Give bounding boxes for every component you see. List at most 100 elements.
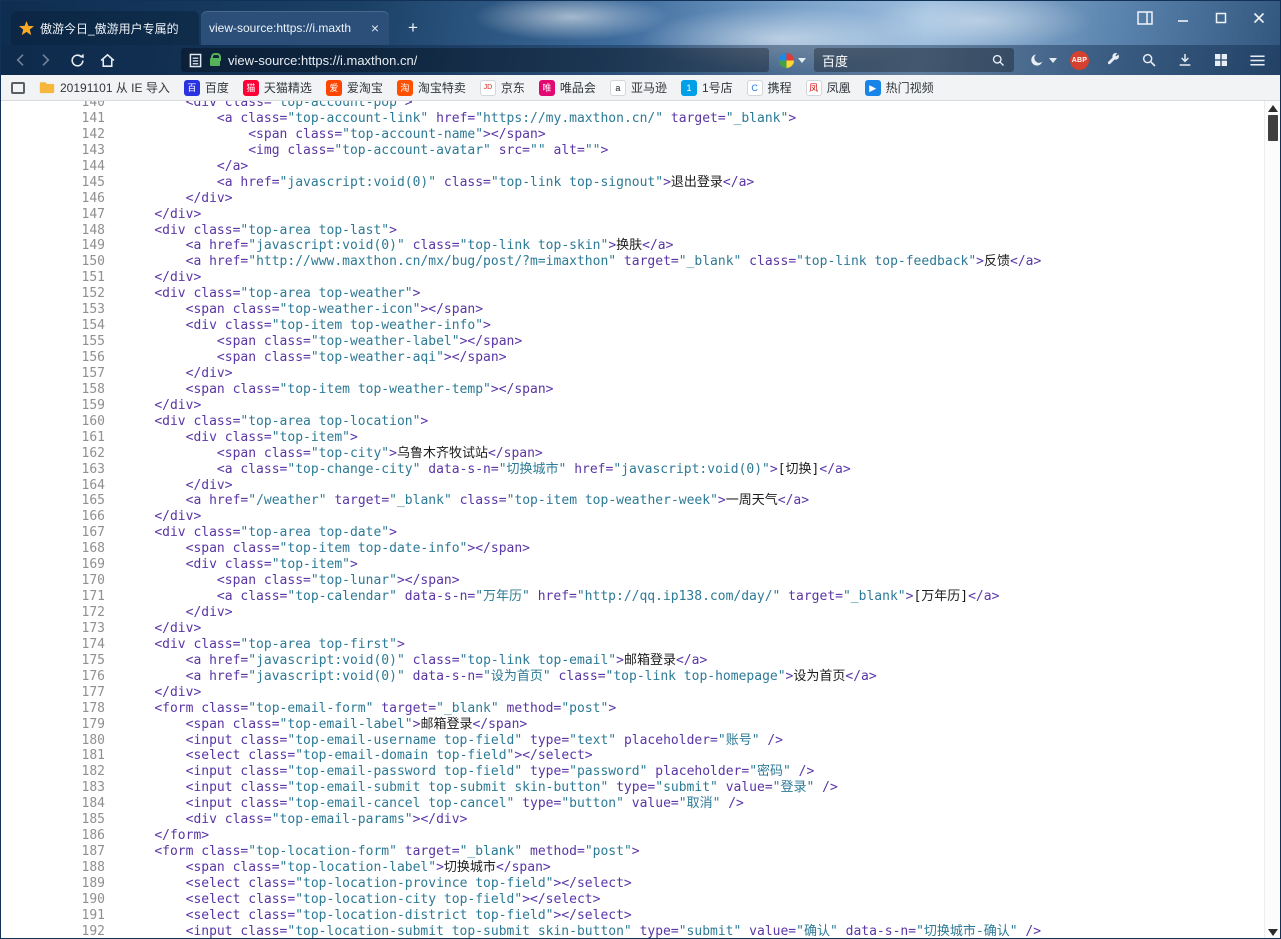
line-code: <input class="top-email-username top-fie… (111, 733, 783, 749)
maximize-icon (1215, 12, 1227, 24)
line-number: 185 (1, 812, 111, 828)
line-code: <input class="top-email-submit top-submi… (111, 780, 838, 796)
source-line: 140 <div class="top-account-pop"> (1, 101, 1280, 111)
bookmark-item[interactable]: 爱爱淘宝 (326, 79, 383, 96)
bookmark-item[interactable]: 凤凤凰 (806, 79, 851, 96)
line-number: 144 (1, 159, 111, 175)
search-engine-label: 百度 (822, 51, 991, 70)
bookmark-item[interactable]: 唯唯品会 (539, 79, 596, 96)
line-number: 152 (1, 286, 111, 302)
source-line: 169 <div class="top-item"> (1, 557, 1280, 573)
source-line: 184 <input class="top-email-cancel top-c… (1, 796, 1280, 812)
scroll-down-icon[interactable] (1268, 929, 1278, 936)
close-button[interactable] (1244, 6, 1274, 30)
forward-button[interactable] (33, 48, 57, 72)
line-number: 181 (1, 748, 111, 764)
bookmarks-panel-icon[interactable] (11, 82, 25, 94)
line-code: </div> (111, 605, 233, 621)
source-line: 175 <a href="javascript:void(0)" class="… (1, 653, 1280, 669)
source-line: 177 </div> (1, 685, 1280, 701)
tab-title: 傲游今日_傲游用户专属的 (40, 20, 191, 37)
line-number: 151 (1, 270, 111, 286)
line-code: <input class="top-email-password top-fie… (111, 764, 814, 780)
scrollbar-thumb[interactable] (1268, 115, 1278, 141)
tools-button[interactable] (1101, 48, 1125, 72)
minimize-icon (1177, 12, 1189, 24)
bookmark-item[interactable]: JD京东 (480, 79, 525, 96)
adblock-badge[interactable]: ABP (1070, 51, 1089, 70)
night-mode-button[interactable] (1028, 48, 1058, 72)
bookmark-favicon: 爱 (326, 80, 342, 96)
line-code: <a href="javascript:void(0)" data-s-n="设… (111, 669, 877, 685)
main-menu-button[interactable] (1245, 48, 1269, 72)
apps-grid-button[interactable] (1209, 48, 1233, 72)
search-box[interactable]: 百度 (814, 48, 1014, 72)
bookmark-item[interactable]: a亚马逊 (610, 79, 667, 96)
line-code: <a href="javascript:void(0)" class="top-… (111, 175, 754, 191)
bookmark-label: 凤凰 (827, 79, 851, 96)
line-code: <div class="top-account-pop"> (111, 101, 413, 111)
night-mode-dropdown-icon[interactable] (1049, 58, 1057, 63)
forward-icon (37, 52, 53, 68)
tab-view-source[interactable]: view-source:https://i.maxth × (201, 11, 389, 45)
line-code: </div> (111, 270, 201, 286)
maximize-button[interactable] (1206, 6, 1236, 30)
minimize-button[interactable] (1168, 6, 1198, 30)
line-code: <div class="top-area top-last"> (111, 223, 397, 239)
line-code: <a href="javascript:void(0)" class="top-… (111, 653, 707, 669)
line-code: <span class="top-location-label">切换城市</s… (111, 860, 551, 876)
bookmark-item[interactable]: 11号店 (681, 79, 733, 96)
source-line: 179 <span class="top-email-label">邮箱登录</… (1, 717, 1280, 733)
line-code: <div class="top-item top-weather-info"> (111, 318, 491, 334)
line-number: 192 (1, 924, 111, 939)
source-line: 155 <span class="top-weather-label"></sp… (1, 334, 1280, 350)
source-line: 143 <img class="top-account-avatar" src=… (1, 143, 1280, 159)
grid-icon (1213, 52, 1229, 68)
bookmark-item[interactable]: ▶热门视频 (865, 79, 934, 96)
line-number: 154 (1, 318, 111, 334)
layout-panel-button[interactable] (1130, 6, 1160, 30)
bookmark-item[interactable]: 猫天猫精选 (243, 79, 312, 96)
tab-maxthon-today[interactable]: 傲游今日_傲游用户专属的 (11, 11, 199, 45)
source-line: 176 <a href="javascript:void(0)" data-s-… (1, 669, 1280, 685)
bookmark-item[interactable]: 淘淘宝特卖 (397, 79, 466, 96)
source-line: 147 </div> (1, 207, 1280, 223)
browser-window: 傲游今日_傲游用户专属的 view-source:https://i.maxth… (0, 0, 1281, 939)
find-button[interactable] (1137, 48, 1161, 72)
line-number: 169 (1, 557, 111, 573)
line-number: 187 (1, 844, 111, 860)
line-number: 156 (1, 350, 111, 366)
download-button[interactable] (1173, 48, 1197, 72)
line-code: <span class="top-lunar"></span> (111, 573, 460, 589)
line-code: </div> (111, 191, 233, 207)
bookmark-favicon: a (610, 80, 626, 96)
vertical-scrollbar[interactable] (1264, 101, 1280, 939)
new-tab-button[interactable]: + (401, 17, 425, 39)
search-engine-dropdown-icon[interactable] (798, 58, 806, 63)
address-bar[interactable]: view-source:https://i.maxthon.cn/ (181, 48, 769, 72)
line-code: <img class="top-account-avatar" src="" a… (111, 143, 608, 159)
line-code: <a class="top-change-city" data-s-n="切换城… (111, 462, 851, 478)
refresh-button[interactable] (65, 48, 89, 72)
bookmark-favicon: C (747, 80, 763, 96)
line-number: 141 (1, 111, 111, 127)
source-line: 178 <form class="top-email-form" target=… (1, 701, 1280, 717)
scroll-up-icon[interactable] (1268, 105, 1278, 112)
home-button[interactable] (95, 48, 119, 72)
bookmark-item[interactable]: C携程 (747, 79, 792, 96)
line-code: </form> (111, 828, 209, 844)
bookmark-favicon: 凤 (806, 80, 822, 96)
line-number: 159 (1, 398, 111, 414)
search-icon[interactable] (991, 53, 1006, 68)
search-engine-icon[interactable] (779, 53, 794, 68)
bookmark-item[interactable]: 百百度 (184, 79, 229, 96)
source-line: 168 <span class="top-item top-date-info"… (1, 541, 1280, 557)
source-line: 145 <a href="javascript:void(0)" class="… (1, 175, 1280, 191)
back-button[interactable] (9, 48, 33, 72)
bookmark-folder[interactable]: 20191101 从 IE 导入 (39, 79, 170, 96)
line-number: 143 (1, 143, 111, 159)
line-code: <form class="top-location-form" target="… (111, 844, 640, 860)
tab-close-icon[interactable]: × (369, 21, 381, 35)
line-code: </a> (111, 159, 248, 175)
line-number: 174 (1, 637, 111, 653)
